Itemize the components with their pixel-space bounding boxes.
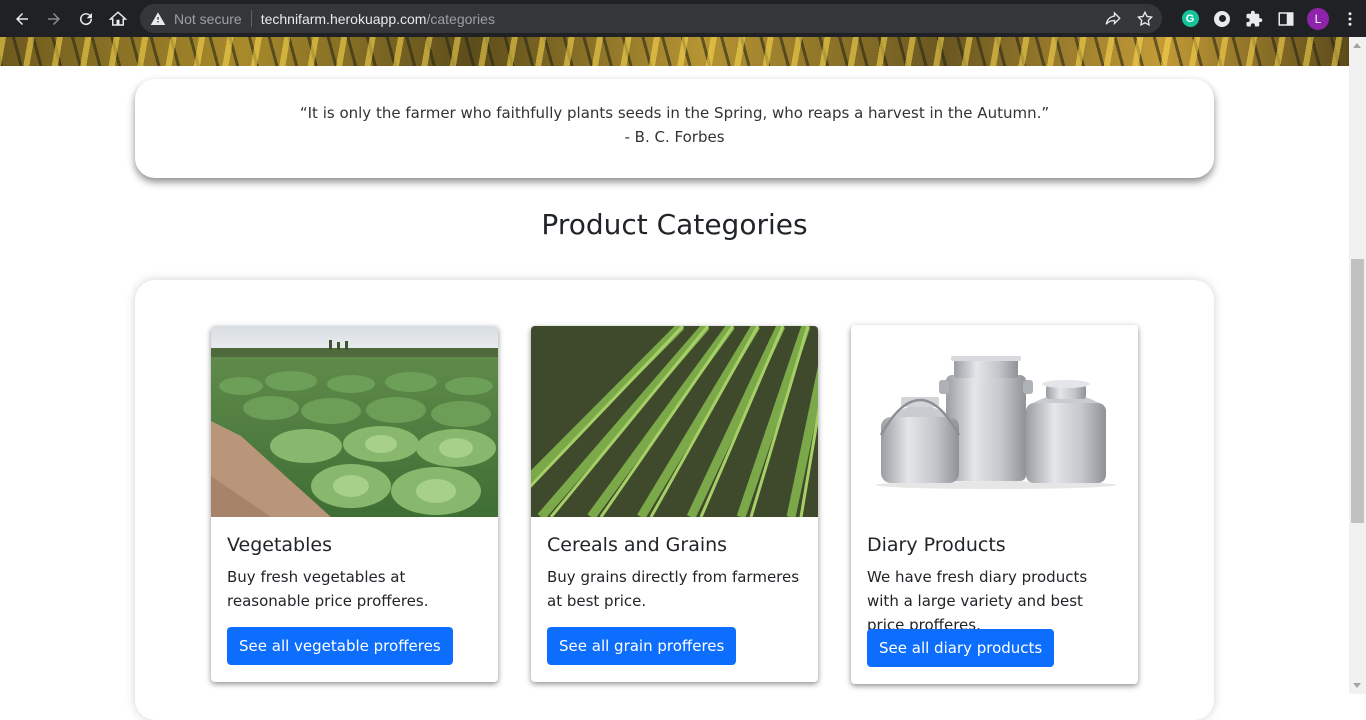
security-status[interactable]: Not secure (174, 11, 242, 27)
extension-icon[interactable] (1206, 0, 1238, 37)
scrollbar-thumb[interactable] (1351, 259, 1364, 523)
menu-kebab-icon[interactable] (1334, 0, 1366, 37)
card-description: Buy fresh vegetables at reasonable price… (227, 568, 429, 610)
hero-banner-image (0, 37, 1349, 66)
card-description: Buy grains directly from farmeres at bes… (547, 568, 800, 610)
scroll-down-arrow-icon[interactable] (1353, 683, 1361, 688)
divider (250, 10, 252, 27)
warning-icon (150, 11, 166, 27)
side-panel-icon[interactable] (1270, 0, 1302, 37)
back-icon[interactable] (6, 0, 38, 37)
home-icon[interactable] (102, 0, 134, 37)
url-path: /categories (426, 10, 495, 27)
vegetables-image (211, 326, 498, 517)
puzzle-extensions-icon[interactable] (1238, 0, 1270, 37)
share-icon[interactable] (1104, 10, 1122, 28)
see-all-grains-button[interactable]: See all grain profferes (547, 627, 737, 665)
cereals-image (531, 326, 818, 517)
forward-icon[interactable] (38, 0, 70, 37)
reload-icon[interactable] (70, 0, 102, 37)
see-all-diary-button[interactable]: See all diary products (867, 629, 1055, 667)
page-scrollbar[interactable] (1349, 37, 1366, 694)
profile-avatar[interactable]: L (1302, 0, 1334, 37)
quote-text: “It is only the farmer who faithfully pl… (299, 104, 1050, 122)
section-title: Product Categories (541, 208, 808, 241)
browser-toolbar: Not secure technifarm.herokuapp.com/cate… (0, 0, 1366, 37)
card-title: Cereals and Grains (547, 534, 728, 556)
address-bar[interactable]: Not secure technifarm.herokuapp.com/cate… (140, 4, 1162, 33)
quote-card: “It is only the farmer who faithfully pl… (135, 79, 1214, 178)
grammarly-extension-icon[interactable]: G (1174, 0, 1206, 37)
milk-cans-image (851, 325, 1138, 517)
quote-author: - B. C. Forbes (624, 128, 725, 146)
scroll-up-arrow-icon[interactable] (1353, 43, 1361, 48)
card-title: Vegetables (227, 534, 332, 556)
card-title: Diary Products (867, 534, 1006, 556)
see-all-vegetables-button[interactable]: See all vegetable profferes (227, 627, 453, 665)
bookmark-star-icon[interactable] (1136, 10, 1154, 28)
url-host: technifarm.herokuapp.com (260, 10, 427, 27)
card-description: We have fresh diary products with a larg… (867, 568, 1088, 634)
category-card-diary: Diary Products We have fresh diary produ… (851, 325, 1138, 684)
category-card-vegetables: Vegetables Buy fresh vegetables at reaso… (211, 326, 498, 682)
category-card-cereals: Cereals and Grains Buy grains directly f… (531, 326, 818, 682)
